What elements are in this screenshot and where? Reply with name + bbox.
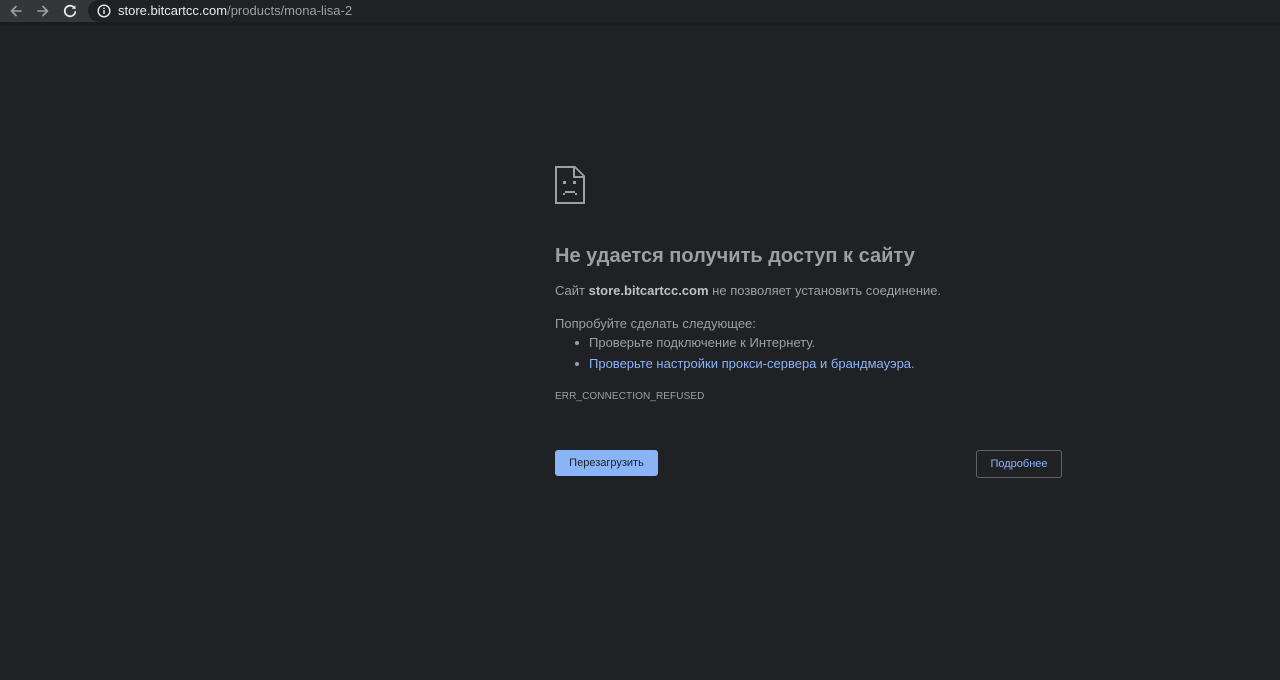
- arrow-right-icon: [37, 5, 49, 17]
- list-item: Проверьте подключение к Интернету.: [555, 335, 915, 356]
- suggestion-trail: .: [911, 356, 915, 371]
- reload-button[interactable]: Перезагрузить: [555, 450, 658, 476]
- reload-icon: [63, 4, 77, 18]
- browser-toolbar: store.bitcartcc.com/products/mona-lisa-2: [0, 0, 1280, 25]
- forward-button[interactable]: [31, 0, 55, 22]
- suggestions-list: Проверьте подключение к Интернету. Прове…: [555, 335, 915, 377]
- url-host: store.bitcartcc.com: [118, 3, 228, 18]
- arrow-left-icon: [10, 5, 22, 17]
- summary-host: store.bitcartcc.com: [588, 283, 709, 298]
- proxy-settings-link[interactable]: Проверьте настройки прокси-сервера и бра…: [589, 356, 911, 371]
- details-button[interactable]: Подробнее: [976, 450, 1062, 478]
- sad-page-icon: [555, 166, 585, 204]
- url-text[interactable]: store.bitcartcc.com/products/mona-lisa-2: [118, 3, 352, 19]
- list-item: Проверьте настройки прокси-сервера и бра…: [555, 356, 915, 377]
- error-heading: Не удается получить доступ к сайту: [555, 245, 915, 267]
- reload-page-button[interactable]: [58, 0, 82, 22]
- error-code: ERR_CONNECTION_REFUSED: [555, 391, 705, 402]
- summary-prefix: Сайт: [555, 283, 585, 298]
- suggestion-text: Проверьте подключение к Интернету.: [589, 335, 816, 350]
- summary-suffix: не позволяет установить соединение.: [712, 283, 942, 298]
- info-icon[interactable]: [97, 4, 111, 18]
- suggestions-label: Попробуйте сделать следующее:: [555, 316, 756, 331]
- error-summary: Сайт store.bitcartcc.com не позволяет ус…: [555, 283, 941, 299]
- url-path: /products/mona-lisa-2: [227, 3, 353, 18]
- address-bar[interactable]: store.bitcartcc.com/products/mona-lisa-2: [88, 0, 1280, 22]
- back-button[interactable]: [4, 0, 28, 22]
